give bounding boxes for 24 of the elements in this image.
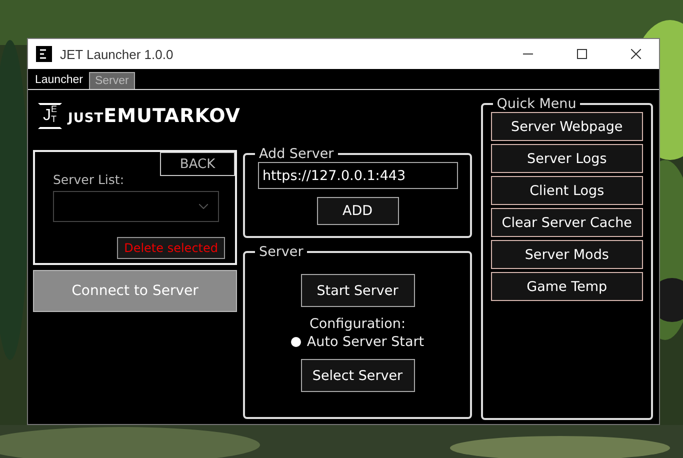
quick-menu-button[interactable]: Game Temp bbox=[490, 272, 643, 301]
quick-menu-button[interactable]: Clear Server Cache bbox=[490, 208, 643, 237]
quick-menu-button[interactable]: Server Webpage bbox=[490, 112, 643, 141]
close-icon bbox=[631, 49, 641, 59]
add-button[interactable]: ADD bbox=[316, 197, 398, 225]
server-list-label: Server List: bbox=[53, 172, 126, 187]
group-title: Server bbox=[258, 244, 304, 260]
quick-menu-button[interactable]: Server Mods bbox=[490, 240, 643, 269]
group-title: Quick Menu bbox=[496, 96, 578, 112]
select-server-button[interactable]: Select Server bbox=[300, 359, 414, 392]
app-icon bbox=[36, 46, 52, 62]
url-field[interactable]: https://127.0.0.1:443 bbox=[258, 162, 458, 189]
configuration-label: Configuration: bbox=[309, 316, 406, 332]
chevron-icon bbox=[199, 204, 208, 209]
start-server-button[interactable]: Start Server bbox=[300, 274, 414, 307]
quick-menu-button[interactable]: Server Logs bbox=[490, 144, 643, 173]
group-title: Add Server bbox=[258, 146, 335, 162]
delete-selected-button[interactable]: Delete selected bbox=[117, 237, 225, 259]
radio-button[interactable] bbox=[290, 337, 301, 347]
window-title: JET Launcher 1.0.0 bbox=[60, 46, 174, 62]
logo-text: JUSTEMUTARKOV bbox=[68, 105, 240, 127]
quick-menu-button[interactable]: Client Logs bbox=[490, 176, 643, 205]
back-button[interactable]: BACK bbox=[160, 152, 235, 176]
maximize-icon bbox=[577, 49, 587, 59]
